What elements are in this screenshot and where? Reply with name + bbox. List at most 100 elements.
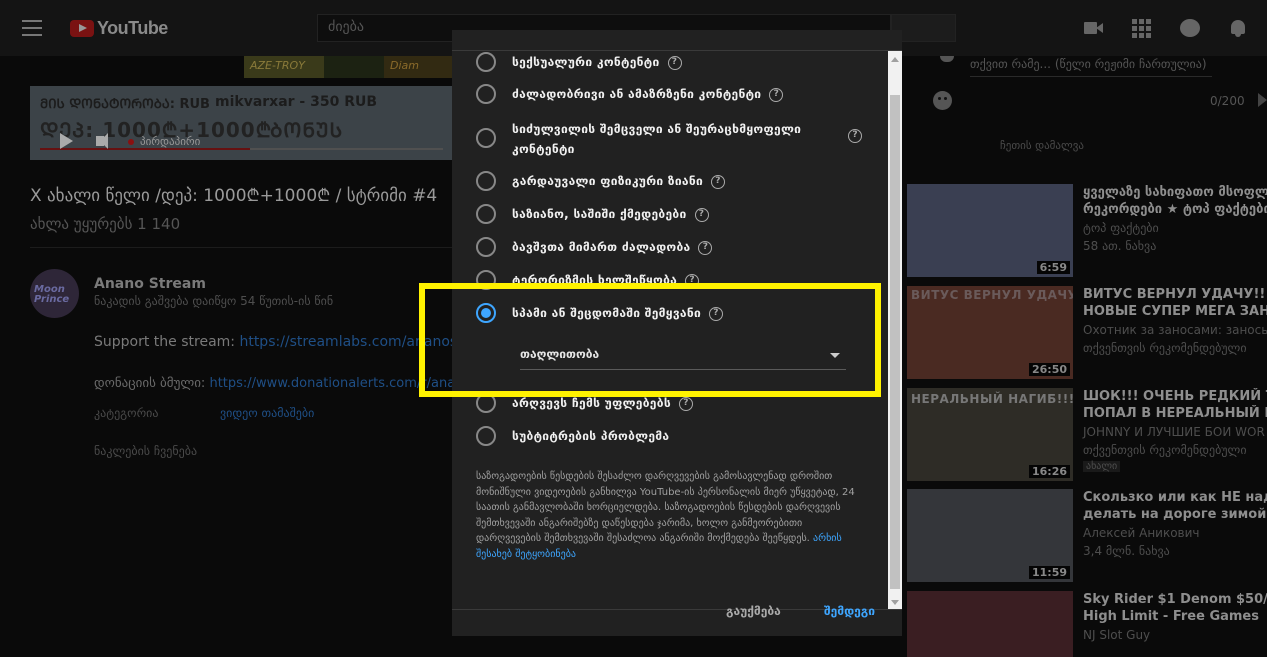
recommendation-channel[interactable]: JOHNNY И ЛУЧШИЕ БОИ WOR [1083,425,1265,439]
recommendation-meta: 58 ათ. ნახვა [1083,239,1157,253]
help-icon[interactable]: ? [694,207,709,222]
recommendation-title-line: НОВЫЕ СУПЕР МЕГА ЗАНОС [1083,304,1267,319]
support-label: Support the stream: [94,334,240,350]
next-button[interactable]: შემდეგი [824,604,875,618]
recommendation-thumbnail[interactable]: 6:59 [907,184,1073,277]
dialog-scrollbar[interactable] [888,51,902,609]
recommendation-item[interactable]: НЕРАЛЬНЫЙ НАГИБ!!! 16:26 ШОК!!! ОЧЕНЬ РЕ… [907,388,1267,482]
stream-thumb-2: Diam [384,56,453,78]
recommendation-thumbnail[interactable] [907,591,1073,657]
video-duration: 6:59 [1036,261,1070,274]
donation-label: დონაციის ბმული: [94,376,210,391]
recommendation-channel[interactable]: ტოპ ფაქტები [1083,221,1159,235]
notifications-bell-icon[interactable] [1228,19,1248,37]
radio-button[interactable] [476,426,496,446]
report-option[interactable]: სუბტიტრების პრობლემა [476,426,670,446]
recommendation-title[interactable]: ყველაზე სახიფათო მსოფლ რეკორდები ★ ტოპ ფ… [1083,184,1267,218]
video-title: X ახალი წელი /დეპ: 1000₾+1000₾ / სტრიმი … [30,186,438,206]
show-less-button[interactable]: ნაკლების ჩვენება [94,444,197,458]
video-duration: 16:26 [1028,465,1070,478]
messages-icon[interactable] [1180,19,1200,37]
report-option[interactable]: საზიანო, საშიში ქმედებები? [476,204,709,224]
option-label: გარდაუვალი ფიზიკური ზიანი [512,174,704,188]
recommendation-title-line: ВИТУС ВЕРНУЛ УДАЧУ!!! [1083,287,1267,302]
help-icon[interactable]: ? [678,396,693,411]
youtube-logo[interactable]: YouTube [70,18,168,39]
recommendation-thumbnail[interactable]: ВИТУС ВЕРНУЛ УДАЧУ 26:50 [907,286,1073,379]
overlay-donation-value: mikvarxar - 350 RUB [215,94,378,110]
option-label: კონტენტი [512,142,575,156]
view-count: ახლა უყურებს 1 140 [30,215,181,233]
recommendation-title-line: ШОК!!! ОЧЕНЬ РЕДКИЙ ТАН [1083,389,1267,404]
divider [30,247,453,248]
option-label: საზიანო, საშიში ქმედებები [512,207,687,221]
radio-button[interactable] [476,171,496,191]
help-icon[interactable]: ? [769,87,784,102]
recommendation-meta: თქვენთვის რეკომენდებული [1083,341,1247,355]
hide-chat-button[interactable]: ჩეთის დამალვა [1000,139,1084,152]
recommendation-item[interactable]: 6:59 ყველაზე სახიფათო მსოფლ რეკორდები ★ … [907,184,1267,278]
channel-avatar[interactable]: Moon Prince [30,269,79,318]
help-icon[interactable]: ? [711,174,726,189]
play-icon[interactable] [60,133,73,149]
emoji-icon[interactable] [933,91,952,110]
option-label: ბავშვთა მიმართ ძალადობა [512,240,691,254]
option-label: სუბტიტრების პრობლემა [512,429,670,443]
avatar-text: Moon Prince [34,284,70,305]
recommendation-channel[interactable]: Алексей Аникович [1083,526,1200,540]
cancel-button[interactable]: გაუქმება [726,604,781,618]
send-icon[interactable] [1258,93,1267,107]
report-option[interactable]: ძალადობრივი ან ამაზრზენი კონტენტი? [476,84,784,104]
chat-input[interactable]: თქვით რამე... (წელი რეჟიმი ჩართულია) [970,57,1207,71]
recommendation-thumbnail[interactable]: НЕРАЛЬНЫЙ НАГИБ!!! 16:26 [907,388,1073,481]
radio-button[interactable] [476,128,496,148]
youtube-play-icon [70,20,94,37]
recommendation-item[interactable]: ВИТУС ВЕРНУЛ УДАЧУ 26:50 ВИТУС ВЕРНУЛ УД… [907,286,1267,380]
new-badge: ახალი [1083,461,1121,472]
recommendation-item[interactable]: 11:59 Скользко или как НЕ надо делать на… [907,489,1267,583]
recommendation-channel[interactable]: Охотник за заносами: заносы [1083,323,1267,337]
live-label[interactable]: პირდაპირი [140,135,200,148]
scroll-down-arrow-icon[interactable] [891,600,899,605]
recommendation-title-line: რეკორდები ★ ტოპ ფაქტები [1083,202,1267,217]
recommendation-channel[interactable]: NJ Slot Guy [1083,628,1150,642]
volume-icon[interactable] [96,133,108,149]
radio-button[interactable] [476,84,496,104]
recommendation-title[interactable]: Скользко или как НЕ надо делать на дорог… [1083,489,1267,523]
stream-overlay: ᲛᲘᲡ ᲓᲝᲜᲐᲢᲝᲠᲝᲑᲐ: RUB mikvarxar - 350 RUB … [30,86,453,160]
report-option[interactable]: ბავშვთა მიმართ ძალადობა? [476,237,713,257]
help-icon[interactable]: ? [698,240,713,255]
radio-button[interactable] [476,52,496,72]
category-link[interactable]: ვიდეო თამაშები [220,406,314,420]
recommendation-title-line: High Limit - Free Games [1083,609,1259,624]
recommendation-item[interactable]: Sky Rider $1 Denom $50/spin High Limit -… [907,591,1267,657]
hamburger-menu-icon[interactable] [22,20,42,36]
recommendation-title[interactable]: ВИТУС ВЕРНУЛ УДАЧУ!!! НОВЫЕ СУПЕР МЕГА З… [1083,286,1267,320]
recommendation-meta: 3,4 მლნ. ნახვა [1083,544,1170,558]
report-option[interactable]: სიძულვილის შემცველი ან შეურაცხმყოფელი კო… [476,119,886,159]
scrollbar-thumb[interactable] [890,95,900,589]
scroll-up-arrow-icon[interactable] [891,57,899,62]
recommendation-title-line: Sky Rider $1 Denom $50/spin [1083,592,1267,607]
apps-grid-icon[interactable] [1132,19,1152,38]
option-label: სექსუალური კონტენტი [512,55,660,69]
donation-line: დონაციის ბმული: https://www.donationaler… [94,376,471,391]
option-label: ძალადობრივი ან ამაზრზენი კონტენტი [512,87,762,101]
recommendation-title[interactable]: Sky Rider $1 Denom $50/spin High Limit -… [1083,591,1267,625]
highlight-box [419,283,881,397]
recommendation-thumbnail[interactable]: 11:59 [907,489,1073,582]
radio-button[interactable] [476,237,496,257]
help-icon[interactable]: ? [848,129,862,143]
overlay-bonus: ᲑᲝᲜᲣᲡ [270,118,344,142]
recommendation-title[interactable]: ШОК!!! ОЧЕНЬ РЕДКИЙ ТАН ПОПАЛ В НЕРЕАЛЬН… [1083,388,1267,422]
category-label: კატეგორია [94,406,159,420]
report-option[interactable]: გარდაუვალი ფიზიკური ზიანი? [476,171,726,191]
radio-button[interactable] [476,204,496,224]
channel-name[interactable]: Anano Stream [94,276,206,292]
help-icon[interactable]: ? [667,55,682,70]
create-video-icon[interactable] [1084,19,1104,37]
chat-input-underline [970,76,1212,77]
video-player[interactable]: AZE-TROY Diam ᲛᲘᲡ ᲓᲝᲜᲐᲢᲝᲠᲝᲑᲐ: RUB mikvar… [30,56,453,160]
report-option[interactable]: სექსუალური კონტენტი? [476,52,682,72]
video-duration: 11:59 [1028,566,1070,579]
